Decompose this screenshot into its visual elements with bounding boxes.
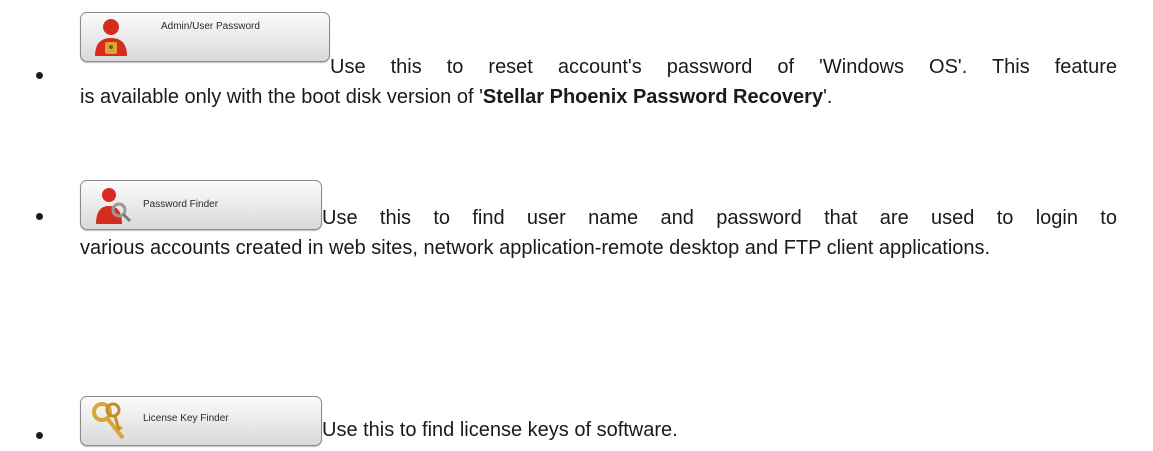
bullet <box>36 432 43 439</box>
description-rest: is available only with the boot disk ver… <box>80 86 833 108</box>
description-rest: various accounts created in web sites, n… <box>80 237 991 259</box>
item-description: Use this to find user name and password … <box>80 203 1117 263</box>
description-line: Use this to reset account's password of … <box>330 56 1117 78</box>
button-label: License Key Finder <box>143 413 229 424</box>
description-line: Use this to find user name and password … <box>322 207 1117 229</box>
item-description: Use this to reset account's password of … <box>80 52 1117 112</box>
bullet <box>36 72 43 79</box>
bullet <box>36 213 43 220</box>
keys-icon <box>92 402 125 440</box>
description-line: Use this to find license keys of softwar… <box>322 419 678 441</box>
button-label: Admin/User Password <box>161 21 260 32</box>
item-description: Use this to find license keys of softwar… <box>322 415 1117 445</box>
product-name: Stellar Phoenix Password Recovery <box>482 86 824 108</box>
license-key-finder-button[interactable]: License Key Finder <box>80 396 322 446</box>
